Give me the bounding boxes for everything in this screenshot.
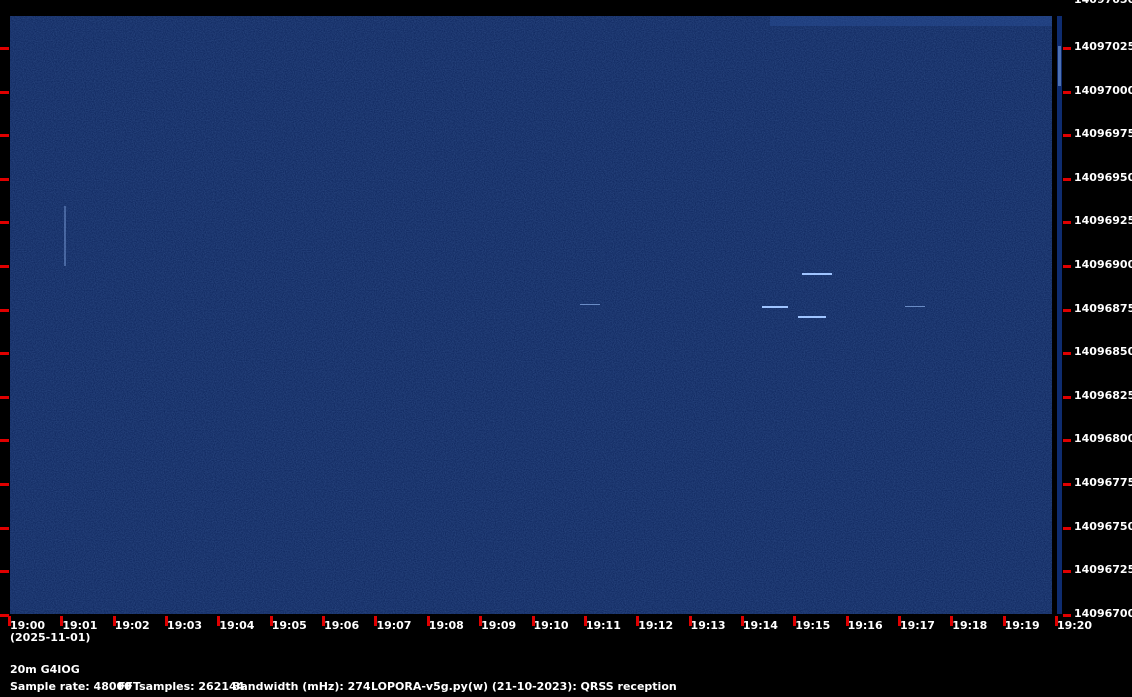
time-tick [636,616,640,626]
frequency-label: 14096925 [1074,214,1132,228]
software-label: LOPORA-v5g.py(w) (21-10-2023): QRSS rece… [371,680,677,693]
time-tick [531,616,535,626]
signal-trace [905,306,925,307]
frequency-tick [1063,570,1071,574]
time-tick [950,616,954,626]
frequency-tick [1063,221,1071,225]
frequency-tick [0,526,9,530]
time-label: 19:05 [271,619,307,632]
time-label: 19:02 [114,619,150,632]
time-tick [479,616,483,626]
bandwidth-label: Bandwidth (mHz): 274 [232,680,371,693]
time-label: 19:03 [167,619,203,632]
frequency-tick [0,221,9,225]
signal-trace [580,304,600,305]
time-tick [112,616,116,626]
frequency-tick [1063,352,1071,356]
frequency-tick [1063,483,1071,486]
frequency-tick [0,47,9,50]
time-label: 19:20 [1057,619,1093,632]
waterfall-noise [10,16,1052,614]
frequency-tick [1063,177,1071,181]
frequency-tick [0,308,9,312]
time-label: 19:15 [795,619,831,632]
frequency-tick [0,177,9,181]
time-tick [740,616,744,626]
date-label: (2025-11-01) [10,631,91,644]
frequency-tick [1063,265,1071,268]
time-label: 19:19 [1004,619,1040,632]
station-label: 20m G4IOG [10,663,80,676]
time-tick [60,616,64,626]
signal-trace [802,273,832,275]
time-label: 19:08 [428,619,464,632]
time-label: 19:18 [952,619,988,632]
frequency-tick [0,439,9,443]
time-label: 19:09 [481,619,517,632]
frequency-tick [0,265,9,268]
fft-samples-label: FFTsamples: 262144 [118,680,245,693]
frequency-label: 14096775 [1074,476,1132,489]
time-tick [793,616,797,626]
frequency-tick [0,483,9,486]
frequency-tick [0,134,9,138]
time-tick [8,616,11,626]
waterfall-spectrogram [10,16,1052,614]
frequency-tick [0,395,9,399]
signal-trace [798,316,826,318]
time-label: 19:06 [324,619,360,632]
time-tick [269,616,273,626]
frequency-label: 14096725 [1074,563,1132,577]
frequency-tick [1063,526,1071,530]
frequency-tick [1063,613,1071,617]
time-label: 19:07 [376,619,412,632]
frequency-label-top: 14097050 [1074,0,1132,6]
time-tick [165,616,169,626]
time-tick [322,616,326,626]
time-label: 19:16 [847,619,883,632]
frequency-tick [1063,439,1071,443]
frequency-label: 14096850 [1074,345,1132,359]
time-tick [583,616,587,626]
frequency-tick [0,570,9,574]
time-tick [897,616,901,626]
frequency-tick [0,352,9,356]
time-tick [426,616,430,626]
time-label: 19:13 [690,619,726,632]
time-label: 19:04 [219,619,255,632]
frequency-label: 14096700 [1074,606,1132,620]
time-label: 19:17 [899,619,935,632]
spectrum-sidebar [1057,16,1062,614]
time-tick [1055,616,1058,626]
frequency-tick [0,90,9,94]
frequency-label: 14096975 [1074,127,1132,141]
frequency-tick [1063,308,1071,312]
frequency-label: 14096825 [1074,388,1132,402]
signal-trace [64,206,66,266]
time-tick [845,616,849,626]
frequency-label: 14097025 [1074,40,1132,53]
time-label: 19:14 [742,619,778,632]
frequency-label: 14096875 [1074,301,1132,315]
frequency-tick [1063,47,1071,50]
frequency-tick [1063,395,1071,399]
frequency-label: 14096950 [1074,170,1132,184]
frequency-tick [1063,90,1071,94]
sample-rate-label: Sample rate: 48000 [10,680,132,693]
time-label: 19:10 [533,619,569,632]
frequency-label: 14096800 [1074,432,1132,446]
time-label: 19:12 [638,619,674,632]
time-tick [217,616,221,626]
signal-trace [762,306,788,308]
time-tick [1002,616,1006,626]
time-tick [688,616,692,626]
frequency-label: 14096900 [1074,258,1132,271]
frequency-tick [1063,134,1071,138]
frequency-label: 14097000 [1074,83,1132,97]
time-label: 19:11 [585,619,621,632]
frequency-label: 14096750 [1074,519,1132,533]
time-tick [374,616,378,626]
